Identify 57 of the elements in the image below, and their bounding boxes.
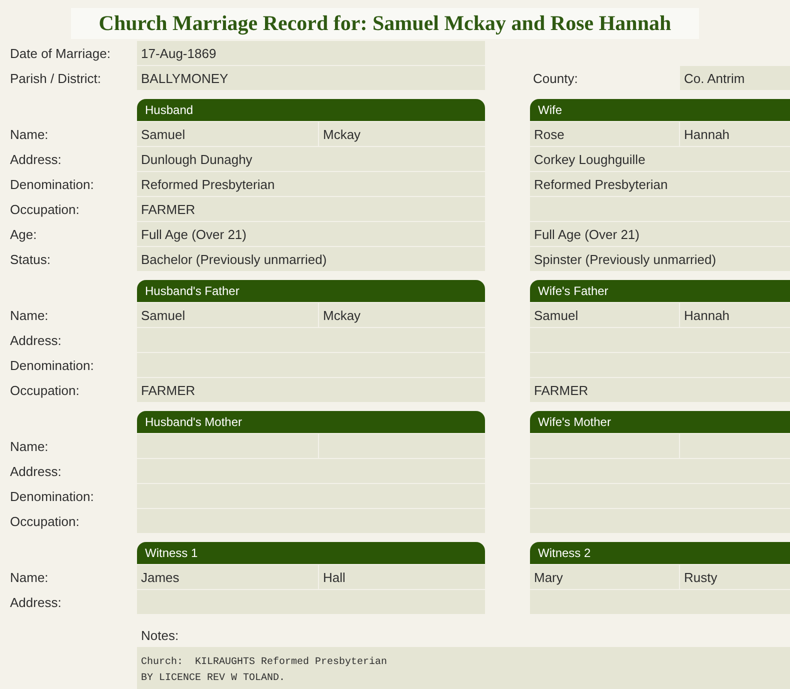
field-label: Status: bbox=[9, 250, 52, 268]
field-value: Corkey Loughguille bbox=[534, 152, 646, 166]
field-label: Name: bbox=[9, 126, 50, 144]
field-value: Reformed Presbyterian bbox=[141, 176, 275, 192]
field-value: FARMER bbox=[141, 202, 196, 216]
field-value: Hall bbox=[323, 570, 346, 584]
field-value: Mckay bbox=[323, 308, 361, 322]
field-label: Address: bbox=[9, 150, 62, 168]
field-value: Rose bbox=[534, 126, 564, 142]
field-label: Age: bbox=[9, 226, 38, 244]
field-value: Mary bbox=[534, 570, 563, 584]
field-label: Name: bbox=[9, 438, 50, 456]
field-label: Address: bbox=[9, 462, 62, 480]
field-value: 17-Aug-1869 bbox=[137, 41, 485, 65]
field-label: Address: bbox=[9, 332, 62, 350]
field-value: Full Age (Over 21) bbox=[141, 226, 246, 242]
field-value: Full Age (Over 21) bbox=[534, 226, 640, 242]
field-value: Samuel bbox=[141, 308, 186, 322]
section-header: Witness 2 bbox=[530, 542, 790, 564]
field-value: Co. Antrim bbox=[680, 66, 790, 90]
section-header: Witness 1 bbox=[137, 542, 485, 564]
field-label: Name: bbox=[9, 568, 50, 586]
field-value: Spinster (Previously unmarried) bbox=[534, 252, 716, 266]
field-value: Bachelor (Previously unmarried) bbox=[141, 252, 327, 266]
section-header: Wife's Father bbox=[530, 280, 790, 302]
page-title: Church Marriage Record for: Samuel Mckay and Rose Hannah bbox=[70, 8, 700, 39]
section-header: Husband's Mother bbox=[137, 411, 485, 433]
field-value: FARMER bbox=[141, 382, 196, 398]
field-value: Reformed Presbyterian bbox=[534, 176, 668, 192]
field-value: James bbox=[141, 570, 180, 584]
notes-line: Church: KILRAUGHTS Reformed Presbyterian bbox=[141, 656, 388, 670]
field-label: Date of Marriage: bbox=[9, 44, 112, 63]
field-value: Mckay bbox=[323, 126, 361, 142]
field-label: Parish / District: bbox=[9, 70, 102, 88]
field-value: Rusty bbox=[684, 570, 718, 584]
field-label: Occupation: bbox=[9, 512, 80, 531]
field-label: Name: bbox=[9, 306, 50, 324]
field-label: County: bbox=[532, 70, 579, 88]
section-header: Wife's Mother bbox=[530, 411, 790, 433]
field-label: Denomination: bbox=[9, 356, 95, 374]
field-value: FARMER bbox=[534, 382, 588, 398]
field-label: Denomination: bbox=[9, 176, 95, 194]
section-header: Husband bbox=[137, 99, 485, 121]
field-value: Hannah bbox=[684, 126, 730, 142]
field-value: Hannah bbox=[684, 308, 730, 322]
notes-label: Notes: bbox=[141, 626, 180, 644]
field-label: Denomination: bbox=[9, 488, 95, 506]
field-label: Occupation: bbox=[9, 200, 80, 219]
field-value: Dunlough Dunaghy bbox=[141, 152, 252, 166]
section-header: Wife bbox=[530, 99, 790, 121]
field-label: Address: bbox=[9, 594, 62, 612]
field-value: Samuel bbox=[534, 308, 578, 322]
field-value: Samuel bbox=[141, 126, 186, 142]
notes-line: BY LICENCE REV W TOLAND. bbox=[141, 672, 286, 686]
field-label: Occupation: bbox=[9, 382, 80, 400]
section-header: Husband's Father bbox=[137, 280, 485, 302]
field-value: BALLYMONEY bbox=[137, 66, 485, 90]
